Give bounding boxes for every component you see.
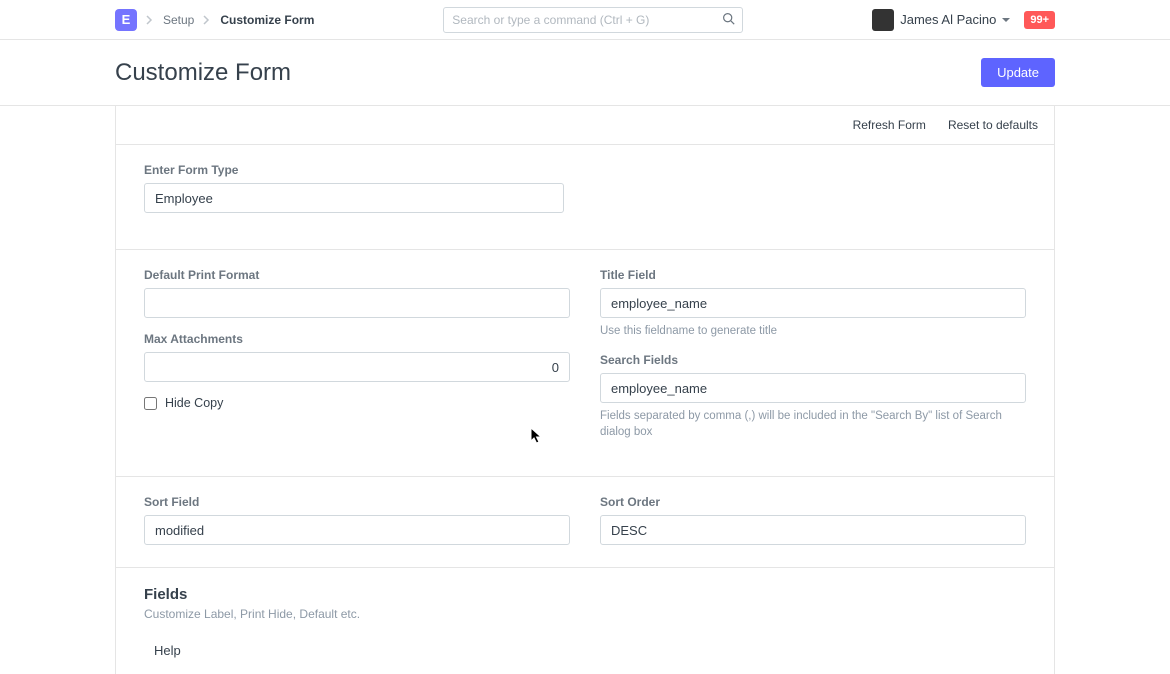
search-fields-help: Fields separated by comma (,) will be in… — [600, 408, 1026, 440]
panel-toolbar: Refresh Form Reset to defaults — [116, 106, 1054, 145]
search-fields-label: Search Fields — [600, 353, 1026, 367]
default-print-format-label: Default Print Format — [144, 268, 570, 282]
title-field-label: Title Field — [600, 268, 1026, 282]
max-attachments-label: Max Attachments — [144, 332, 570, 346]
update-button[interactable]: Update — [981, 58, 1055, 87]
form-type-label: Enter Form Type — [144, 163, 1026, 177]
form-type-input[interactable] — [144, 183, 564, 213]
sort-order-input[interactable] — [600, 515, 1026, 545]
hide-copy-label: Hide Copy — [165, 396, 223, 410]
breadcrumb-current: Customize Form — [220, 13, 314, 27]
search-fields-input[interactable] — [600, 373, 1026, 403]
sort-field-label: Sort Field — [144, 495, 570, 509]
breadcrumb-setup[interactable]: Setup — [163, 13, 194, 27]
reset-defaults-link[interactable]: Reset to defaults — [948, 118, 1038, 132]
search-wrap — [443, 7, 743, 33]
title-field-input[interactable] — [600, 288, 1026, 318]
section-defaults: Default Print Format Max Attachments Hid… — [116, 250, 1054, 477]
page-header: Customize Form Update — [0, 40, 1170, 106]
notification-badge[interactable]: 99+ — [1024, 11, 1055, 29]
search-input[interactable] — [443, 7, 743, 33]
brand-logo[interactable]: E — [115, 9, 137, 31]
title-field-help: Use this fieldname to generate title — [600, 323, 1026, 339]
page-title: Customize Form — [115, 59, 981, 87]
max-attachments-input[interactable] — [144, 352, 570, 382]
section-fields: Fields Customize Label, Print Hide, Defa… — [116, 568, 1054, 674]
chevron-right-icon — [146, 15, 154, 25]
page-body: Refresh Form Reset to defaults Enter For… — [115, 106, 1055, 674]
fields-heading: Fields — [144, 586, 1026, 603]
sort-order-label: Sort Order — [600, 495, 1026, 509]
chevron-right-icon — [203, 15, 211, 25]
section-sort: Sort Field Sort Order — [116, 477, 1054, 568]
navbar-inner: E Setup Customize Form James Al Pacino 9… — [115, 7, 1055, 33]
default-print-format-input[interactable] — [144, 288, 570, 318]
sort-field-input[interactable] — [144, 515, 570, 545]
section-form-type: Enter Form Type — [116, 145, 1054, 250]
user-name: James Al Pacino — [900, 12, 996, 27]
fields-subheading: Customize Label, Print Hide, Default etc… — [144, 607, 1026, 621]
refresh-form-link[interactable]: Refresh Form — [853, 118, 926, 132]
hide-copy-checkbox[interactable] — [144, 397, 157, 410]
avatar — [872, 9, 894, 31]
form-panel: Refresh Form Reset to defaults Enter For… — [115, 106, 1055, 674]
user-menu[interactable]: James Al Pacino — [872, 9, 1010, 31]
chevron-down-icon — [1002, 18, 1010, 22]
navbar: E Setup Customize Form James Al Pacino 9… — [0, 0, 1170, 40]
